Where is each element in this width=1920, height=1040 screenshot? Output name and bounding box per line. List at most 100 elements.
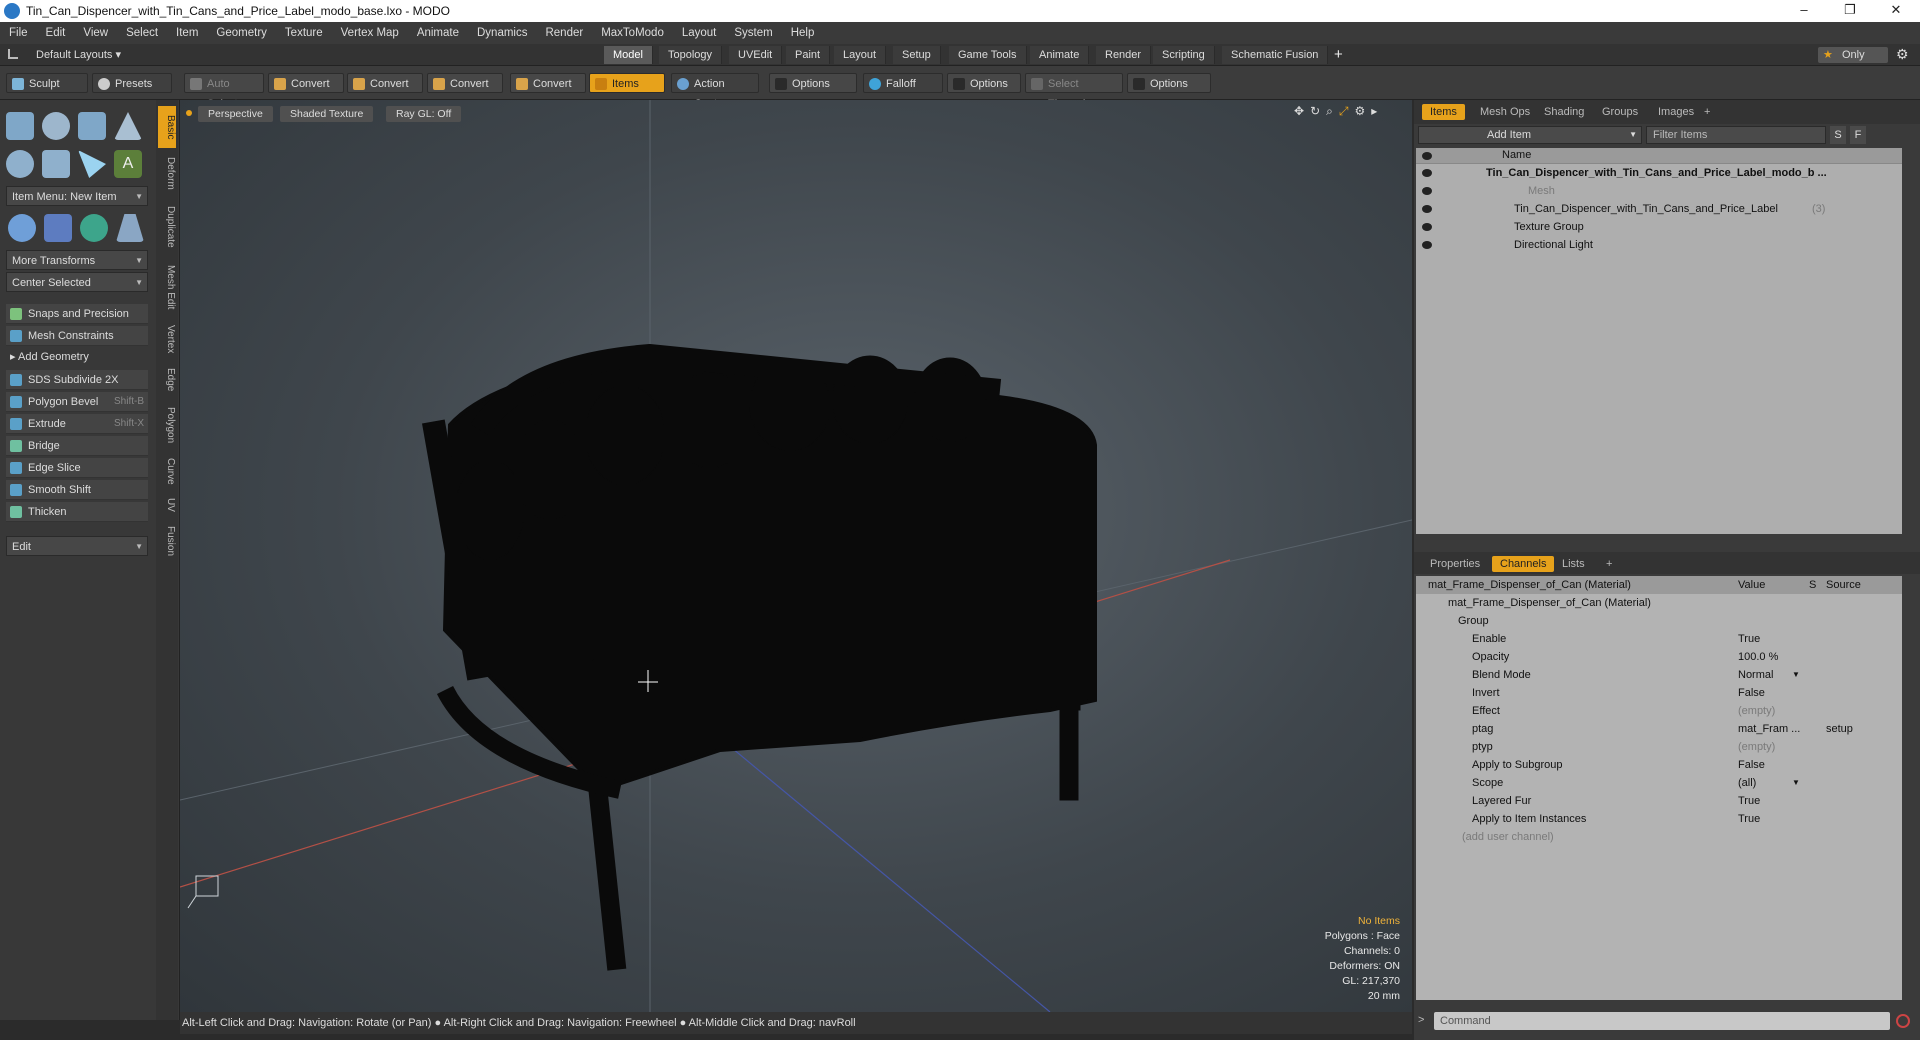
channel-value[interactable]: True: [1738, 630, 1760, 648]
menu-layout[interactable]: Layout: [673, 27, 726, 39]
channel-row[interactable]: Invert False: [1416, 684, 1902, 702]
channel-row[interactable]: Enable True: [1416, 630, 1902, 648]
uv-grid-icon[interactable]: [44, 214, 72, 242]
add-item-dropdown[interactable]: Add Item ▼: [1418, 126, 1642, 144]
eye-icon[interactable]: [1422, 187, 1432, 195]
filter-f-button[interactable]: F: [1850, 126, 1866, 144]
eye-icon[interactable]: [1422, 205, 1432, 213]
edit-dropdown[interactable]: Edit: [6, 536, 148, 557]
vtab-uv[interactable]: UV: [158, 492, 176, 518]
channel-value[interactable]: mat_Fram ...: [1738, 720, 1800, 738]
only-toggle[interactable]: ★ Only: [1818, 47, 1888, 63]
falloff-button[interactable]: Falloff: [863, 73, 943, 93]
tab-lists[interactable]: Lists: [1554, 556, 1593, 572]
channel-value[interactable]: 100.0 %: [1738, 648, 1778, 666]
tab-mesh-ops[interactable]: Mesh Ops: [1472, 104, 1538, 120]
thicken-button[interactable]: Thicken: [6, 502, 148, 522]
channel-row[interactable]: Opacity 100.0 %: [1416, 648, 1902, 666]
eye-icon[interactable]: [1422, 152, 1432, 160]
tab-schematic-fusion[interactable]: Schematic Fusion: [1222, 46, 1329, 64]
tab-topology[interactable]: Topology: [659, 46, 723, 64]
tab-images[interactable]: Images: [1650, 104, 1702, 120]
vtab-vertex[interactable]: Vertex: [158, 318, 176, 360]
close-button[interactable]: ✕: [1876, 0, 1916, 22]
command-input[interactable]: Command: [1434, 1012, 1890, 1030]
channel-row[interactable]: Apply to Subgroup False: [1416, 756, 1902, 774]
list-item[interactable]: Texture Group: [1416, 218, 1902, 236]
polygon-bevel-button[interactable]: Polygon Bevel Shift-B: [6, 392, 148, 412]
capsule-icon[interactable]: [42, 150, 70, 178]
list-item[interactable]: Tin_Can_Dispencer_with_Tin_Cans_and_Pric…: [1416, 164, 1902, 182]
sds-subdivide-button[interactable]: SDS Subdivide 2X: [6, 370, 148, 390]
center-selected-dropdown[interactable]: Center Selected: [6, 272, 148, 293]
menu-dynamics[interactable]: Dynamics: [468, 27, 536, 39]
cone-icon[interactable]: [114, 112, 142, 140]
tab-paint[interactable]: Paint: [786, 46, 831, 64]
filter-items-input[interactable]: Filter Items: [1646, 126, 1826, 144]
menu-select[interactable]: Select: [117, 27, 167, 39]
bridge-button[interactable]: Bridge: [6, 436, 148, 456]
tab-scripting[interactable]: Scripting: [1153, 46, 1215, 64]
item-menu-dropdown[interactable]: Item Menu: New Item: [6, 186, 148, 207]
menu-texture[interactable]: Texture: [276, 27, 332, 39]
channel-row[interactable]: Apply to Item Instances True: [1416, 810, 1902, 828]
3d-viewport[interactable]: Perspective Shaded Texture Ray GL: Off ✥…: [180, 100, 1412, 1012]
falloff-options-button[interactable]: Options: [947, 73, 1021, 93]
channel-value[interactable]: (empty): [1738, 738, 1775, 756]
vtab-fusion[interactable]: Fusion: [158, 520, 176, 562]
tab-channels[interactable]: Channels: [1492, 556, 1555, 572]
eye-icon[interactable]: [1422, 241, 1432, 249]
menu-help[interactable]: Help: [782, 27, 824, 39]
dropdown-arrow-icon[interactable]: ▼: [1792, 666, 1800, 684]
vtab-deform[interactable]: Deform: [158, 150, 176, 196]
select-options-button[interactable]: Options: [1127, 73, 1211, 93]
torus-icon[interactable]: [6, 150, 34, 178]
channel-root-row[interactable]: mat_Frame_Dispenser_of_Can (Material): [1416, 594, 1902, 612]
select-through-button[interactable]: Select Through: [1025, 73, 1123, 110]
menu-geometry[interactable]: Geometry: [207, 27, 276, 39]
channel-row[interactable]: Blend Mode Normal ▼: [1416, 666, 1902, 684]
channel-row[interactable]: Scope (all) ▼: [1416, 774, 1902, 792]
list-item[interactable]: Directional Light: [1416, 236, 1902, 254]
tab-uvedit[interactable]: UVEdit: [729, 46, 783, 64]
add-geometry-section[interactable]: ▸ Add Geometry: [10, 350, 89, 363]
add-tab-button[interactable]: +: [1334, 46, 1343, 63]
sphere-icon[interactable]: [42, 112, 70, 140]
edge-slice-button[interactable]: Edge Slice: [6, 458, 148, 478]
add-panel-tab-button[interactable]: +: [1598, 556, 1620, 572]
tab-model[interactable]: Model: [604, 46, 653, 64]
tab-groups[interactable]: Groups: [1594, 104, 1646, 120]
tab-properties[interactable]: Properties: [1422, 556, 1488, 572]
channel-value[interactable]: (all): [1738, 774, 1756, 792]
filter-s-button[interactable]: S: [1830, 126, 1846, 144]
channel-value[interactable]: (empty): [1738, 702, 1775, 720]
smooth-shift-button[interactable]: Smooth Shift: [6, 480, 148, 500]
vtab-basic[interactable]: Basic: [158, 106, 176, 148]
channel-value[interactable]: True: [1738, 810, 1760, 828]
gear-icon[interactable]: ⚙: [1896, 46, 1909, 63]
default-layouts-dropdown[interactable]: Default Layouts ▾: [36, 48, 121, 61]
action-center-button[interactable]: Action Center: [671, 73, 759, 110]
extrude-button[interactable]: Extrude Shift-X: [6, 414, 148, 434]
channel-value[interactable]: True: [1738, 792, 1760, 810]
pen-icon[interactable]: [78, 150, 106, 178]
menu-vertex-map[interactable]: Vertex Map: [332, 27, 408, 39]
menu-maxtomodo[interactable]: MaxToModo: [592, 27, 673, 39]
plane-icon[interactable]: [116, 214, 144, 242]
items-mode-button[interactable]: Items: [589, 73, 665, 93]
tab-setup[interactable]: Setup: [893, 46, 941, 64]
menu-animate[interactable]: Animate: [408, 27, 468, 39]
vtab-mesh-edit[interactable]: Mesh Edit: [158, 258, 176, 316]
add-user-channel-row[interactable]: (add user channel): [1416, 828, 1902, 846]
text-icon[interactable]: A: [114, 150, 142, 178]
record-icon[interactable]: [1896, 1014, 1910, 1028]
list-item[interactable]: Mesh: [1416, 182, 1902, 200]
tab-animate[interactable]: Animate: [1030, 46, 1090, 64]
auto-select-button[interactable]: Auto Select: [184, 73, 264, 110]
channel-row[interactable]: ptyp (empty): [1416, 738, 1902, 756]
action-center-options-button[interactable]: Options: [769, 73, 857, 93]
tab-render[interactable]: Render: [1096, 46, 1152, 64]
dropdown-arrow-icon[interactable]: ▼: [1792, 774, 1800, 792]
vtab-polygon[interactable]: Polygon: [158, 400, 176, 450]
convert-polygons-button[interactable]: Convert: [427, 73, 503, 93]
